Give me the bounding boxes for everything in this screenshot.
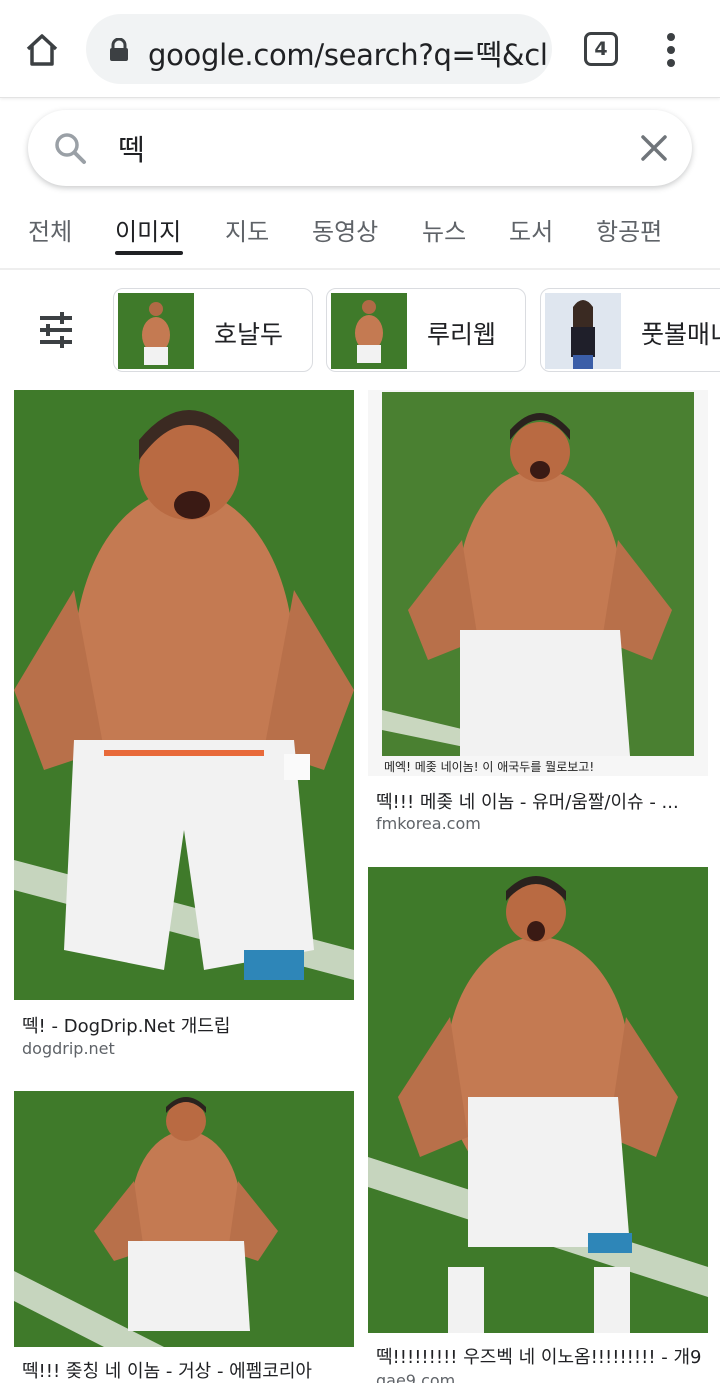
image-result[interactable]: 떽!!!!!!!!! 우즈벡 네 이노옴!!!!!!!!! - 개9 gae9.… (368, 867, 708, 1383)
active-tab-indicator (115, 251, 183, 255)
image-result[interactable]: 떽! - DogDrip.Net 개드립 dogdrip.net (14, 390, 354, 1070)
search-box (28, 110, 692, 186)
chip-ruliweb[interactable]: 루리웹 (326, 288, 526, 372)
chip-thumbnail (331, 293, 407, 369)
chip-thumbnail (118, 293, 194, 369)
browser-toolbar: google.com/search?q=떽&cl 4 (0, 0, 720, 98)
tab-maps[interactable]: 지도 (225, 212, 269, 247)
tab-news[interactable]: 뉴스 (422, 212, 466, 247)
related-chips: 호날두 루리웹 풋볼매니 (0, 286, 720, 374)
search-tabs: 전체 이미지 지도 동영상 뉴스 도서 항공편 (0, 200, 720, 268)
tab-images[interactable]: 이미지 (115, 212, 181, 247)
result-source: gae9.com (376, 1371, 456, 1383)
chip-label: 호날두 (214, 320, 284, 349)
chip-ronaldo[interactable]: 호날두 (113, 288, 313, 372)
result-caption: 떽!!! 메좆 네 이놈 - 유머/움짤/이슈 - ... (376, 792, 679, 813)
tune-filter-icon[interactable] (36, 310, 76, 350)
search-input[interactable] (118, 128, 618, 168)
tab-videos[interactable]: 동영상 (312, 212, 378, 247)
result-source: dogdrip.net (22, 1039, 115, 1058)
image-result[interactable]: 메엑! 메좆 네이놈! 이 애국두를 뭘로보고! 떽!!! 메좆 네 이놈 - … (368, 390, 708, 840)
tab-books[interactable]: 도서 (509, 212, 553, 247)
meme-text: 메엑! 메좆 네이놈! 이 애국두를 뭘로보고! (384, 760, 595, 774)
search-icon[interactable] (52, 130, 88, 166)
result-caption: 떽!!! 좆칭 네 이놈 - 거상 - 에펨코리아 (22, 1361, 312, 1382)
chip-thumbnail (545, 293, 621, 369)
url-text: google.com/search?q=떽&cl (148, 38, 548, 72)
result-caption: 떽!!!!!!!!! 우즈벡 네 이노옴!!!!!!!!! - 개9 (376, 1347, 702, 1368)
tab-switcher-button[interactable]: 4 (584, 32, 618, 66)
close-icon[interactable] (638, 132, 670, 164)
result-image[interactable] (368, 867, 708, 1333)
result-image[interactable] (14, 390, 354, 1000)
result-caption: 떽! - DogDrip.Net 개드립 (22, 1016, 231, 1037)
chip-label: 풋볼매니 (641, 320, 720, 349)
image-result[interactable]: 떽!!! 좆칭 네 이놈 - 거상 - 에펨코리아 (14, 1091, 354, 1383)
lock-icon (108, 37, 130, 62)
result-source: fmkorea.com (376, 814, 481, 833)
divider (0, 268, 720, 270)
result-image[interactable]: 메엑! 메좆 네이놈! 이 애국두를 뭘로보고! (368, 390, 708, 776)
chip-football-manager[interactable]: 풋볼매니 (540, 288, 720, 372)
address-bar[interactable]: google.com/search?q=떽&cl (86, 14, 552, 84)
chip-label: 루리웹 (427, 320, 497, 349)
result-image[interactable] (14, 1091, 354, 1347)
home-icon[interactable] (20, 28, 64, 72)
overflow-menu-icon[interactable] (660, 30, 682, 70)
tab-flights[interactable]: 항공편 (596, 212, 662, 247)
tab-all[interactable]: 전체 (28, 212, 72, 247)
